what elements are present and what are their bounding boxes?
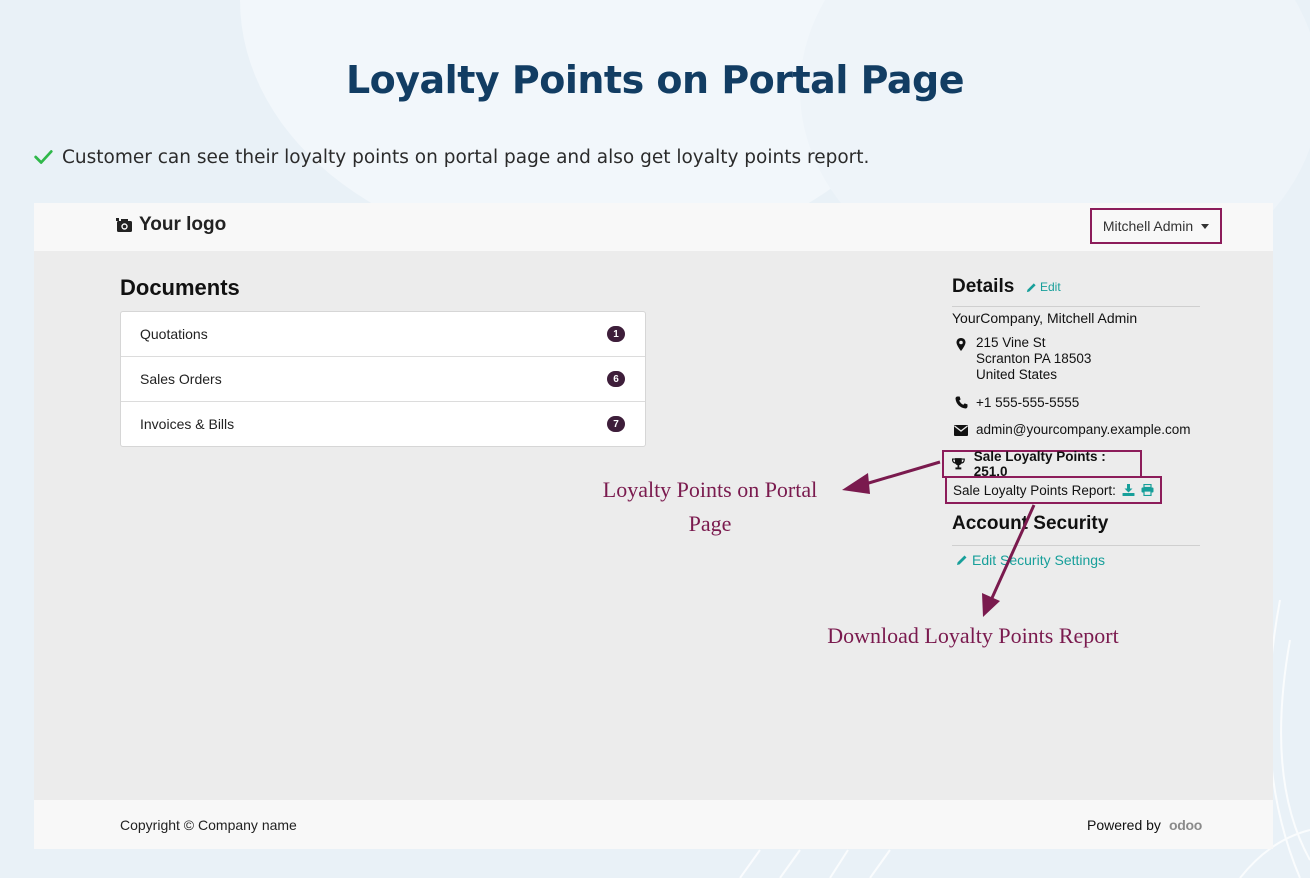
arrow-to-report (982, 504, 1036, 617)
page-title: Loyalty Points on Portal Page (345, 58, 965, 102)
annotation-arrows (842, 460, 1036, 617)
feature-text: Customer can see their loyalty points on… (62, 146, 870, 168)
arrow-to-points (842, 460, 941, 494)
powered-by-label: Powered by (1087, 817, 1161, 833)
powered-by[interactable]: Powered by odoo (1087, 817, 1202, 833)
feature-line: Customer can see their loyalty points on… (32, 146, 869, 168)
portal-screenshot: Your logo Mitchell Admin Documents Quota… (34, 203, 1273, 849)
checkmark-icon (34, 150, 53, 164)
copyright-text: Copyright © Company name (120, 817, 297, 833)
odoo-logo: odoo (1168, 817, 1202, 833)
footer: Copyright © Company name Powered by odoo (34, 800, 1273, 849)
